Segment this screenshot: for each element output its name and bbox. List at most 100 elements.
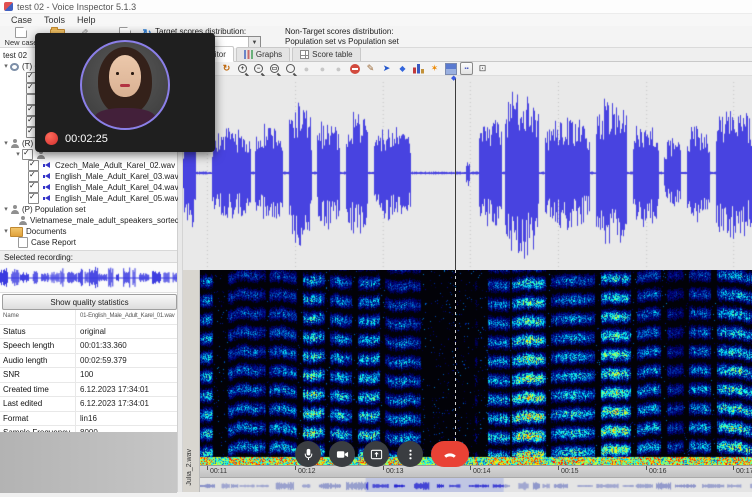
- timeline-ruler[interactable]: 00:11 00:12 00:13 00:14 00:15 00:16 00:1…: [200, 465, 752, 477]
- more-options-button[interactable]: [397, 441, 423, 467]
- histogram-button[interactable]: [412, 63, 425, 75]
- table-row: Created time6.12.2023 17:34:01: [0, 383, 177, 398]
- file-name: English_Male_Adult_Karel_05.wav: [55, 193, 179, 204]
- tree-item-case-report[interactable]: Case Report: [0, 237, 177, 248]
- new-case-icon: [15, 27, 27, 38]
- diamond-marker-button[interactable]: ◆: [396, 63, 409, 75]
- record-disabled-icon: ●: [300, 63, 313, 75]
- chevron-down-icon[interactable]: ▾: [2, 138, 10, 149]
- chevron-down-icon[interactable]: ▾: [14, 149, 22, 160]
- overview-canvas[interactable]: [200, 478, 752, 492]
- playback-cursor[interactable]: [455, 78, 456, 270]
- waveform-thumbnail-canvas: [0, 263, 177, 292]
- no-entry-icon: [348, 63, 361, 75]
- menu-tools[interactable]: Tools: [38, 15, 71, 25]
- tree-node-documents[interactable]: ▾ Documents: [0, 226, 177, 237]
- population-file-name: Vietnamese_male_adult_speakers_sorted_wa…: [30, 215, 198, 226]
- spectrogram-canvas[interactable]: [200, 270, 752, 465]
- tab-graphs[interactable]: Graphs: [236, 47, 290, 61]
- tree-node-population[interactable]: ▾ (P) Population set: [0, 204, 177, 215]
- reference-node-icon: [10, 139, 19, 148]
- new-case-button[interactable]: New case: [4, 27, 38, 47]
- population-file-icon: [18, 216, 27, 225]
- recording-stats-table: Name01-English_Male_Adult_Karel_01.wav S…: [0, 310, 177, 441]
- avatar-face: [109, 55, 141, 97]
- zoom-fit-button[interactable]: ▭: [268, 63, 281, 75]
- monitor-disabled-icon: ●: [332, 63, 345, 75]
- editor-tabs: Editor Graphs Score table: [183, 48, 752, 62]
- file-name: English_Male_Adult_Karel_04.wav: [55, 182, 179, 193]
- table-row: Audio length00:02:59.379: [0, 354, 177, 369]
- share-screen-button[interactable]: [363, 441, 389, 467]
- expand-view-button[interactable]: ⊡: [476, 63, 489, 75]
- tab-score-table[interactable]: Score table: [292, 47, 360, 61]
- call-controls: [295, 441, 469, 467]
- table-row: Name01-English_Male_Adult_Karel_01.wav: [0, 310, 177, 325]
- selected-recording-waveform: [0, 263, 177, 293]
- chevron-down-icon[interactable]: ▾: [2, 204, 10, 215]
- chevron-down-icon[interactable]: ▾: [2, 226, 10, 237]
- tiles-view-button[interactable]: [444, 63, 457, 75]
- zoom-in-button[interactable]: +: [236, 63, 249, 75]
- non-target-population-value: Population set vs Population set: [285, 37, 399, 46]
- population-node-label: (P) Population set: [22, 204, 86, 215]
- questioned-node-icon: [10, 63, 19, 71]
- title-bar: test 02 - Voice Inspector 5.1.3: [0, 0, 752, 14]
- left-panel-filler: [0, 432, 177, 493]
- hang-up-button[interactable]: [431, 441, 469, 467]
- spectrogram-panel[interactable]: [200, 270, 752, 465]
- graphs-tab-icon: [244, 50, 253, 59]
- table-row: Statusoriginal: [0, 325, 177, 340]
- webcam-overlay[interactable]: 00:02:25: [35, 33, 215, 152]
- playback-cursor-spectrogram: [455, 270, 456, 465]
- share-screen-icon: [370, 448, 383, 461]
- avatar: [80, 40, 170, 130]
- wav-file-icon: [42, 183, 52, 192]
- wav-file-icon: [42, 172, 52, 181]
- recording-timer: 00:02:25: [65, 133, 108, 145]
- zoom-out-button[interactable]: −: [252, 63, 265, 75]
- tree-item-population-file[interactable]: Vietnamese_male_adult_speakers_sorted_wa…: [0, 215, 177, 226]
- ruler-tick: [207, 466, 208, 470]
- case-report-label: Case Report: [31, 237, 76, 248]
- show-quality-statistics-button[interactable]: Show quality statistics: [2, 294, 177, 310]
- spectrogram-gutter: Julia_2.wav: [183, 270, 200, 492]
- annotate-button[interactable]: ✎: [364, 63, 377, 75]
- loop-button[interactable]: ↻: [220, 63, 233, 75]
- table-row: Speech length00:01:33.360: [0, 339, 177, 354]
- menu-case[interactable]: Case: [5, 15, 38, 25]
- waveform-canvas[interactable]: [183, 76, 752, 270]
- tree-item-file[interactable]: English_Male_Adult_Karel_03.wav: [0, 171, 177, 182]
- marker-button[interactable]: ➤: [380, 63, 393, 75]
- energy-button[interactable]: ✶: [428, 63, 441, 75]
- tree-item-file[interactable]: English_Male_Adult_Karel_04.wav: [0, 182, 177, 193]
- recording-file-label: Julia_2.wav: [186, 449, 193, 486]
- case-report-icon: [18, 237, 28, 248]
- wav-file-icon: [42, 194, 52, 203]
- score-table-tab-icon: [300, 50, 309, 59]
- microphone-button[interactable]: [295, 441, 321, 467]
- ruler-tick: [470, 466, 471, 470]
- waveform-panel[interactable]: [183, 76, 752, 270]
- ruler-tick: [558, 466, 559, 470]
- camera-button[interactable]: [329, 441, 355, 467]
- pause-disabled-icon: ●: [316, 63, 329, 75]
- non-target-scores-label: Non-Target scores distribution:: [285, 27, 394, 36]
- chevron-down-icon[interactable]: ▾: [2, 61, 10, 72]
- documents-node-label: Documents: [26, 226, 66, 237]
- editor-toolbar: ▶ ■ ↻ + − ▭ ● ● ● ✎ ➤ ◆ ✶ ▪▪ ⊡: [183, 62, 752, 76]
- ruler-tick: [733, 466, 734, 470]
- menu-help[interactable]: Help: [71, 15, 102, 25]
- segments-toggle-button[interactable]: ▪▪: [460, 63, 473, 75]
- checkbox[interactable]: [28, 193, 39, 204]
- overview-strip[interactable]: [200, 477, 752, 492]
- population-node-icon: [10, 205, 19, 214]
- tree-item-file[interactable]: Czech_Male_Adult_Karel_02.wav: [0, 160, 177, 171]
- tree-item-file[interactable]: English_Male_Adult_Karel_05.wav: [0, 193, 177, 204]
- file-name: Czech_Male_Adult_Karel_02.wav: [55, 160, 175, 171]
- zoom-selection-button[interactable]: [284, 63, 297, 75]
- cursor-marker-icon: ◆: [451, 74, 456, 82]
- table-row: SNR100: [0, 368, 177, 383]
- menu-bar: Case Tools Help: [0, 14, 752, 26]
- documents-folder-icon: [10, 227, 23, 237]
